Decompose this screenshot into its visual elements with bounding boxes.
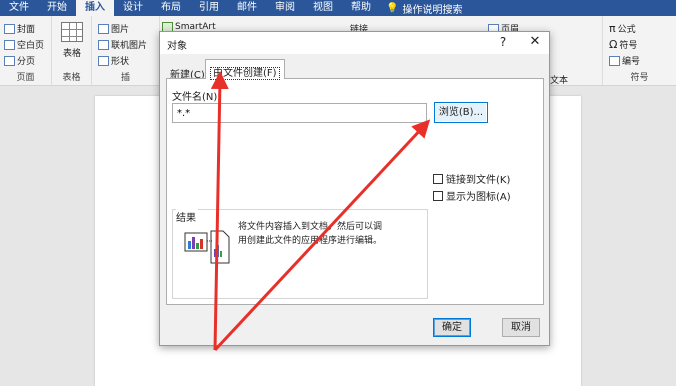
symbols-group-label: 符号 [630, 73, 649, 83]
menu-bar: 文件 开始 插入 设计 布局 引用 邮件 审阅 视图 帮助 💡 操作说明搜索 [0, 0, 676, 16]
symbol-label: 符号 [619, 41, 638, 51]
tell-me-label: 操作说明搜索 [402, 4, 463, 16]
display-as-icon-box[interactable] [433, 190, 443, 201]
tell-me-search[interactable]: 💡 操作说明搜索 [386, 1, 462, 16]
object-dialog: 对象 ? ✕ 新建(C) 文件名(N): 浏览(B)... 链接到文件(K) 显… [159, 31, 550, 346]
dialog-title-bar[interactable]: 对象 ? ✕ [160, 32, 549, 54]
tab-file[interactable]: 文件 [0, 0, 38, 16]
tab-help[interactable]: 帮助 [342, 0, 380, 16]
text-group-label: 文本 [550, 76, 569, 86]
tab-insert[interactable]: 插入 [76, 0, 114, 16]
online-picture-icon [98, 39, 109, 50]
shapes-icon [98, 55, 109, 66]
shapes-button[interactable]: 形状 [98, 54, 129, 67]
tab-home[interactable]: 开始 [38, 0, 76, 16]
display-as-icon-label: 显示为图标(A) [446, 192, 511, 203]
ok-button[interactable]: 确定 [433, 318, 471, 337]
lightbulb-icon: 💡 [386, 2, 399, 14]
blank-page-label: 空白页 [17, 41, 45, 51]
browse-button[interactable]: 浏览(B)... [434, 102, 488, 123]
equation-label: 公式 [617, 25, 636, 35]
pages-group-label: 页面 [16, 73, 35, 83]
tab-create-from-file-label: 由文件创建(F) [210, 67, 280, 80]
result-label: 结果 [176, 209, 198, 224]
result-group: 结果 将文件内容插入到文档，然后可以调用创建此文件的应用程序进行编辑。 [172, 209, 428, 299]
symbol-button[interactable]: Ω 符号 [609, 38, 637, 51]
link-to-file-label: 链接到文件(K) [446, 175, 511, 186]
online-picture-label: 联机图片 [111, 41, 148, 51]
tab-create-from-file[interactable]: 由文件创建(F) [205, 59, 285, 80]
page-break-icon [4, 55, 15, 66]
link-to-file-checkbox[interactable]: 链接到文件(K) [433, 171, 510, 186]
help-button[interactable]: ? [496, 35, 510, 49]
cover-page-button[interactable]: 封面 [4, 22, 35, 35]
table-icon[interactable] [61, 22, 83, 42]
close-button[interactable]: ✕ [528, 34, 542, 49]
illustrations-group-label: 插 [120, 73, 130, 83]
tab-design[interactable]: 设计 [114, 0, 152, 16]
page-break-button[interactable]: 分页 [4, 54, 35, 67]
filename-input[interactable] [172, 103, 427, 123]
cover-page-label: 封面 [17, 25, 36, 35]
result-description: 将文件内容插入到文档，然后可以调用创建此文件的应用程序进行编辑。 [238, 222, 383, 246]
number-icon [609, 55, 620, 66]
link-to-file-box[interactable] [433, 173, 443, 184]
tab-view[interactable]: 视图 [304, 0, 342, 16]
pi-icon: π [609, 22, 616, 35]
cancel-button[interactable]: 取消 [502, 318, 540, 337]
picture-button[interactable]: 图片 [98, 22, 129, 35]
picture-label: 图片 [111, 25, 130, 35]
filename-label: 文件名(N): [172, 92, 221, 103]
tab-references[interactable]: 引用 [190, 0, 228, 16]
online-picture-button[interactable]: 联机图片 [98, 38, 147, 51]
dialog-title: 对象 [167, 41, 187, 52]
shapes-label: 形状 [111, 57, 130, 67]
ribbon-group-symbols: π 公式 Ω 符号 编号 符号 [602, 16, 676, 86]
table-button[interactable]: 表格 [63, 46, 81, 59]
insert-file-result-icon [184, 230, 230, 264]
number-label: 编号 [622, 57, 641, 67]
ribbon-group-tables: 表格 表格 [52, 16, 92, 86]
ribbon-group-illustrations: 图片 联机图片 形状 插 [92, 16, 160, 86]
picture-icon [98, 23, 109, 34]
cover-page-icon [4, 23, 15, 34]
number-button[interactable]: 编号 [609, 54, 640, 67]
tables-group-label: 表格 [62, 73, 81, 83]
omega-icon: Ω [609, 38, 618, 51]
tab-review[interactable]: 审阅 [266, 0, 304, 16]
tab-mailings[interactable]: 邮件 [228, 0, 266, 16]
blank-page-icon [4, 39, 15, 50]
from-file-panel: 文件名(N): 浏览(B)... 链接到文件(K) 显示为图标(A) 结果 [166, 78, 544, 305]
tab-layout[interactable]: 布局 [152, 0, 190, 16]
ribbon-group-pages: 封面 空白页 分页 页面 [0, 16, 52, 86]
display-as-icon-checkbox[interactable]: 显示为图标(A) [433, 188, 511, 203]
equation-button[interactable]: π 公式 [609, 22, 636, 35]
blank-page-button[interactable]: 空白页 [4, 38, 44, 51]
page-break-label: 分页 [17, 57, 36, 67]
